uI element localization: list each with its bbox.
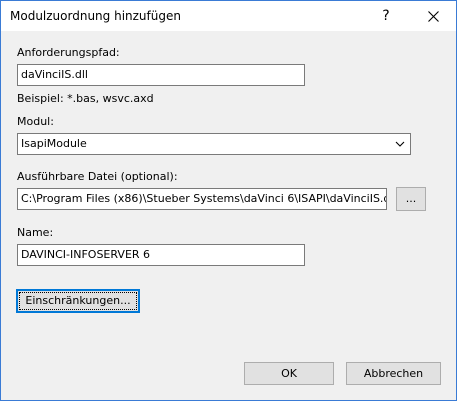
name-input[interactable]: DAVINCI-INFOSERVER 6 <box>17 244 305 266</box>
help-button[interactable]: ? <box>363 1 409 31</box>
module-select[interactable]: IsapiModule <box>17 133 411 155</box>
request-path-label: Anforderungspfad: <box>17 46 120 59</box>
browse-button[interactable]: ... <box>396 187 426 211</box>
ok-button[interactable]: OK <box>244 362 334 385</box>
cancel-button[interactable]: Abbrechen <box>346 362 441 385</box>
title-bar: Modulzuordnung hinzufügen ? <box>1 1 456 31</box>
focus-rectangle <box>19 292 137 310</box>
dialog-title: Modulzuordnung hinzufügen <box>10 9 181 23</box>
name-label: Name: <box>17 226 54 239</box>
dialog-window: Modulzuordnung hinzufügen ? Anforderungs… <box>0 0 457 401</box>
chevron-down-icon <box>395 141 405 147</box>
request-path-example: Beispiel: *.bas, wsvc.axd <box>17 92 154 105</box>
module-label: Modul: <box>17 115 54 128</box>
module-select-value: IsapiModule <box>21 137 87 150</box>
close-button[interactable] <box>410 1 456 31</box>
help-icon: ? <box>382 8 390 24</box>
restrictions-button[interactable]: Einschränkungen... <box>16 289 140 313</box>
request-path-input[interactable]: daVinciIS.dll <box>17 64 305 86</box>
executable-label: Ausführbare Datei (optional): <box>17 170 178 183</box>
close-icon <box>427 10 439 22</box>
executable-input[interactable]: C:\Program Files (x86)\Stueber Systems\d… <box>17 188 387 210</box>
